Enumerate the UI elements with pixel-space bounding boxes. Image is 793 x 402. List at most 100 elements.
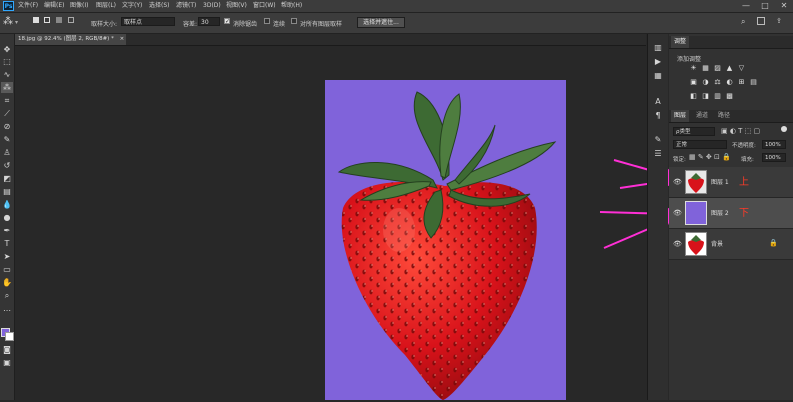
edit-toolbar-icon[interactable]: ⋯ [1,305,13,316]
visibility-eye-icon[interactable]: 👁 [673,177,682,187]
layer-row[interactable]: 👁 图层 2 下 [669,198,793,229]
invert-adjust-icon[interactable]: ◧ [689,92,698,101]
color-balance-adjust-icon[interactable]: ◑ [701,78,710,87]
menu-layer[interactable]: 图层(L) [96,1,116,11]
lasso-tool-icon[interactable]: ∿ [1,69,13,80]
channel-mixer-adjust-icon[interactable]: ⊞ [737,78,746,87]
sample-size-select[interactable]: 取样点 [121,17,175,26]
intersect-selection-icon[interactable] [68,17,74,23]
contiguous-checkbox[interactable] [264,18,270,24]
menu-image[interactable]: 图像(I) [70,1,88,11]
document-canvas[interactable] [325,80,566,400]
pen-tool-icon[interactable]: ✒ [1,225,13,236]
history-icon[interactable]: ▥ [651,42,665,54]
anti-alias-checkbox[interactable]: ✓ [224,18,230,25]
lock-options-icon[interactable]: ▦ ✎ ✥ ⊡ 🔒 [689,153,731,161]
blend-mode-select[interactable]: 正常 [673,140,727,149]
tolerance-input[interactable]: 30 [198,17,220,26]
screen-mode-icon[interactable]: ▣ [1,357,13,368]
color-lookup-adjust-icon[interactable]: ▤ [749,78,758,87]
visibility-eye-icon[interactable]: 👁 [673,208,682,218]
curves-adjust-icon[interactable]: ▨ [713,64,722,73]
new-selection-icon[interactable] [33,17,39,23]
chevron-down-icon[interactable]: ▾ [15,19,18,26]
menu-help[interactable]: 帮助(H) [281,1,302,11]
black-white-adjust-icon[interactable]: ⚖ [713,78,722,87]
move-tool-icon[interactable]: ✥ [1,44,13,55]
brush-tool-icon[interactable]: ✎ [1,134,13,145]
sample-all-layers-label: 对所有图层取样 [300,21,343,28]
crop-tool-icon[interactable]: ⌗ [1,95,13,106]
contiguous-label: 连续 [273,21,286,28]
gradient-map-adjust-icon[interactable]: ▩ [725,92,734,101]
actions-icon[interactable]: ▶ [651,56,665,68]
dodge-tool-icon[interactable]: ● [1,212,13,223]
menu-select[interactable]: 选择(S) [149,1,170,11]
background-color-swatch[interactable] [5,332,14,341]
clone-stamp-tool-icon[interactable]: ♙ [1,147,13,158]
close-window-button[interactable]: ✕ [775,0,793,12]
sample-all-layers-checkbox[interactable] [291,18,297,24]
visibility-eye-icon[interactable]: 👁 [673,239,682,249]
exposure-adjust-icon[interactable]: ▲ [725,64,734,73]
gradient-tool-icon[interactable]: ▤ [1,186,13,197]
path-selection-tool-icon[interactable]: ➤ [1,251,13,262]
healing-brush-tool-icon[interactable]: ⊘ [1,121,13,132]
tab-paths[interactable]: 路径 [715,110,733,122]
posterize-adjust-icon[interactable]: ◨ [701,92,710,101]
history-brush-tool-icon[interactable]: ↺ [1,160,13,171]
swatches-icon[interactable]: ▦ [651,70,665,82]
blur-tool-icon[interactable]: 💧 [1,199,13,210]
quick-mask-icon[interactable]: ◙ [1,344,13,355]
eyedropper-tool-icon[interactable]: ⟋ [1,108,13,119]
fill-input[interactable]: 100% [762,153,786,162]
menu-type[interactable]: 文字(Y) [122,1,142,11]
opacity-input[interactable]: 100% [762,140,786,149]
minimize-button[interactable]: — [737,0,755,12]
rectangle-tool-icon[interactable]: ▭ [1,264,13,275]
menu-view[interactable]: 视图(V) [226,1,247,11]
close-tab-icon[interactable]: × [120,36,125,42]
brightness-adjust-icon[interactable]: ☀ [689,64,698,73]
search-icon[interactable]: ⌕ [741,17,745,27]
type-tool-icon[interactable]: T [1,238,13,249]
layer-row[interactable]: 👁 背景 🔒 [669,229,793,260]
paragraph-icon[interactable]: ¶ [651,110,665,122]
menu-edit[interactable]: 编辑(E) [44,1,64,11]
document-tab[interactable]: 18.jpg @ 92.4% (图层 2, RGB/8#) * × [14,34,126,45]
layer-row[interactable]: 👁 图层 1 上 [669,167,793,198]
tab-layers[interactable]: 图层 [671,110,690,122]
hue-adjust-icon[interactable]: ▣ [689,78,698,87]
levels-adjust-icon[interactable]: ▦ [701,64,710,73]
filter-toggle-icon[interactable] [781,126,787,132]
menu-filter[interactable]: 滤镜(T) [176,1,196,11]
photo-filter-adjust-icon[interactable]: ◐ [725,78,734,87]
menu-window[interactable]: 窗口(W) [253,1,276,11]
vibrance-adjust-icon[interactable]: ▽ [737,64,746,73]
menu-3d[interactable]: 3D(D) [203,1,221,11]
filter-pixel-icon[interactable]: ▣ ◐ T ⬚ ▢ [721,127,760,135]
add-selection-icon[interactable] [44,17,50,23]
menu-file[interactable]: 文件(F) [18,1,38,11]
select-and-mask-button[interactable]: 选择并遮住... [357,17,405,28]
threshold-adjust-icon[interactable]: ▥ [713,92,722,101]
character-icon[interactable]: A [651,96,665,108]
marquee-tool-icon[interactable]: ⬚ [1,56,13,67]
brush-settings-icon[interactable]: ✎ [651,134,665,146]
eraser-tool-icon[interactable]: ◩ [1,173,13,184]
zoom-tool-icon[interactable]: ⌕ [1,290,13,301]
share-icon[interactable]: ⇪ [776,17,782,25]
workspace-icon[interactable] [757,17,765,25]
strawberry-image [337,91,557,400]
app-logo: Ps [3,1,14,11]
magic-wand-tool-icon[interactable]: ⁂ [3,16,13,27]
lock-icon[interactable]: 🔒 [769,239,778,247]
properties-icon[interactable]: ☰ [651,148,665,160]
maximize-button[interactable]: □ [756,0,774,12]
subtract-selection-icon[interactable] [56,17,62,23]
layer-filter-select[interactable]: ρ类型 [673,127,715,136]
hand-tool-icon[interactable]: ✋ [1,277,13,288]
tab-adjustments[interactable]: 调整 [671,36,690,48]
magic-wand-tool-icon[interactable]: ⁂ [1,82,13,93]
tab-channels[interactable]: 通道 [693,110,711,122]
